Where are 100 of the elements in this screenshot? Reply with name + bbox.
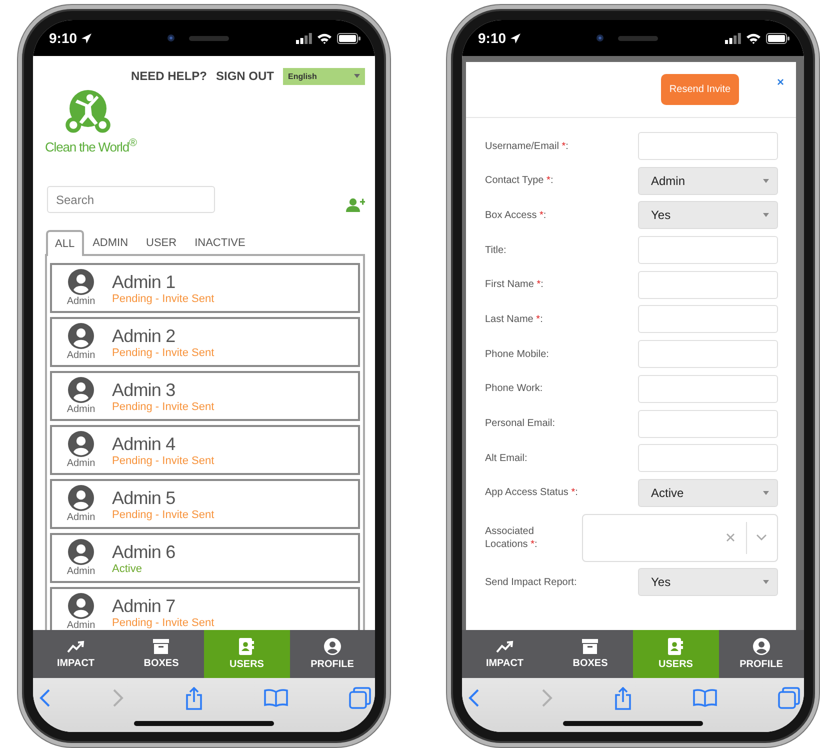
avatar-icon: [68, 431, 94, 457]
field-label: Associated Locations *:: [485, 524, 538, 551]
avatar-icon: [68, 269, 94, 295]
chevron-left-icon[interactable]: [39, 688, 51, 708]
text-field[interactable]: [638, 270, 778, 299]
status-time: 9:10: [478, 30, 506, 46]
field-label: Contact Type *:: [485, 175, 554, 186]
user-status: Active: [112, 562, 143, 576]
field-label: Box Access *:: [485, 210, 546, 221]
field-label: Last Name *:: [485, 314, 543, 325]
field-label: Phone Work:: [485, 383, 543, 394]
share-icon[interactable]: [185, 686, 203, 710]
field-label: Username/Email *:: [485, 140, 568, 152]
user-name: Admin 1: [112, 270, 176, 292]
tabs-icon[interactable]: [778, 687, 800, 709]
text-field[interactable]: [638, 444, 778, 472]
user-card[interactable]: Admin Admin 3 Pending - Invite Sent: [50, 371, 360, 421]
avatar-icon: [68, 485, 94, 511]
wifi-icon: [746, 32, 761, 44]
filter-tab[interactable]: ADMIN: [84, 230, 138, 254]
caret-icon: [763, 178, 769, 183]
select-field[interactable]: Yes: [638, 568, 778, 596]
user-status: Pending - Invite Sent: [112, 292, 214, 306]
chevron-left-icon[interactable]: [468, 688, 480, 708]
user-card[interactable]: Admin Admin 6 Active: [50, 533, 360, 583]
select-field[interactable]: Active: [638, 478, 778, 507]
header-link[interactable]: NEED HELP?: [130, 69, 207, 83]
user-name: Admin 7: [112, 594, 176, 616]
signal-icon: [296, 32, 312, 44]
tabs-icon[interactable]: [349, 687, 371, 709]
text-field[interactable]: [638, 340, 778, 368]
text-field[interactable]: [638, 236, 778, 264]
speaker-grille-icon: [188, 36, 228, 40]
user-card[interactable]: Admin Admin 2 Pending - Invite Sent: [50, 317, 360, 367]
user-card[interactable]: Admin Admin 5 Pending - Invite Sent: [50, 479, 360, 529]
language-select[interactable]: English: [283, 68, 365, 84]
filter-tab[interactable]: INACTIVE: [186, 230, 254, 254]
select-field[interactable]: Admin: [638, 166, 778, 195]
status-time: 9:10: [49, 30, 78, 46]
user-role: Admin: [66, 296, 96, 307]
speaker-grille-icon: [618, 36, 658, 40]
battery-icon: [337, 32, 361, 44]
search-field[interactable]: Search: [47, 186, 215, 213]
archive-box-icon: [582, 639, 598, 654]
text-field[interactable]: [638, 305, 778, 334]
user-circle-icon: [324, 638, 341, 655]
user-status: Pending - Invite Sent: [112, 400, 214, 414]
text-field[interactable]: [638, 410, 778, 438]
field-label: Phone Mobile:: [485, 348, 549, 360]
field-label: App Access Status *:: [485, 487, 578, 498]
nav-tab[interactable]: BOXES: [548, 630, 633, 678]
user-name: Admin 3: [112, 378, 176, 400]
location-arrow-icon: [81, 32, 92, 44]
nav-tab[interactable]: BOXES: [118, 630, 204, 678]
field-label: Send Impact Report:: [485, 576, 577, 588]
caret-icon: [354, 74, 360, 78]
caret-icon: [763, 580, 769, 584]
user-name: Admin 5: [112, 486, 176, 508]
field-label: First Name *:: [485, 279, 544, 290]
user-role: Admin: [66, 512, 96, 523]
location-arrow-icon: [510, 32, 522, 44]
battery-icon: [766, 32, 790, 44]
user-role: Admin: [66, 458, 96, 469]
share-icon[interactable]: [614, 686, 632, 710]
chevron-down-icon[interactable]: [756, 534, 767, 542]
contact-book-icon: [668, 638, 684, 655]
multi-select-field[interactable]: [582, 514, 778, 562]
clear-icon[interactable]: [726, 533, 735, 542]
user-role: Admin: [66, 404, 96, 415]
avatar-icon: [68, 593, 94, 619]
contact-book-icon: [239, 638, 254, 655]
text-field[interactable]: [638, 374, 778, 403]
user-status: Pending - Invite Sent: [112, 508, 214, 522]
user-name: Admin 4: [112, 432, 176, 454]
nav-tab[interactable]: PROFILE: [290, 630, 375, 678]
field-label: Alt Email:: [485, 452, 528, 464]
close-button[interactable]: ×: [776, 76, 784, 88]
book-icon[interactable]: [264, 689, 288, 707]
trend-line-icon: [496, 640, 514, 654]
add-user-icon[interactable]: [346, 198, 365, 212]
nav-tab[interactable]: PROFILE: [718, 630, 804, 678]
user-name: Admin 2: [112, 324, 176, 346]
text-field[interactable]: [638, 132, 778, 160]
book-icon[interactable]: [693, 689, 717, 707]
header-link[interactable]: SIGN OUT: [216, 69, 274, 83]
user-card[interactable]: Admin Admin 1 Pending - Invite Sent: [50, 263, 360, 313]
select-field[interactable]: Yes: [638, 201, 778, 230]
avatar-icon: [68, 539, 94, 565]
signal-icon: [725, 32, 741, 44]
user-card[interactable]: Admin Admin 4 Pending - Invite Sent: [50, 425, 360, 475]
user-card[interactable]: Admin Admin 7 Pending - Invite Sent: [50, 587, 360, 630]
filter-tab[interactable]: ALL: [46, 230, 84, 256]
field-label: Personal Email:: [485, 418, 556, 429]
filter-tab[interactable]: USER: [137, 230, 186, 254]
caret-icon: [763, 490, 769, 495]
caret-icon: [763, 213, 769, 218]
trend-line-icon: [66, 640, 85, 654]
nav-tab[interactable]: IMPACT: [33, 630, 118, 678]
nav-tab[interactable]: IMPACT: [462, 630, 548, 678]
field-label: Title:: [485, 244, 506, 256]
